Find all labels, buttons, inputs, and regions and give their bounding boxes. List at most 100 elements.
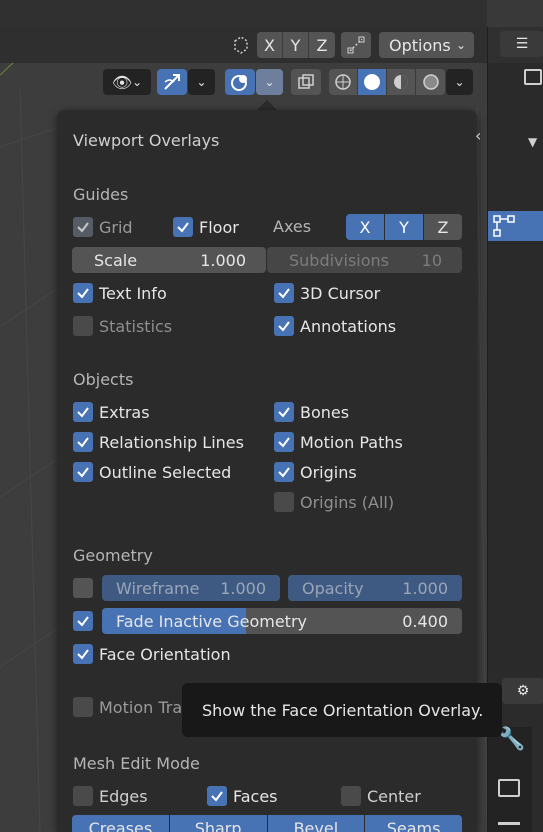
checkbox-icon — [274, 402, 294, 422]
overlays-toggle[interactable] — [225, 69, 255, 95]
gizmo-icon — [164, 74, 180, 90]
mirror-icon[interactable] — [227, 32, 255, 58]
popover-arrow — [257, 100, 277, 110]
relationship-lines-label: Relationship Lines — [99, 432, 244, 452]
opacity-value: 1.000 — [402, 578, 448, 598]
filter-triangle-icon[interactable]: ▼ — [528, 135, 537, 149]
wireframe-field[interactable]: Wireframe 1.000 — [102, 575, 280, 601]
mesh-edit-section-heading: Mesh Edit Mode — [73, 754, 200, 773]
face-orientation-checkbox[interactable]: Face Orientation — [73, 643, 231, 665]
shading-dropdown[interactable]: ⌄ — [446, 69, 473, 95]
motion-paths-label: Motion Paths — [300, 432, 403, 452]
subdivisions-value: 10 — [421, 250, 442, 270]
subdivisions-label: Subdivisions — [289, 250, 390, 270]
grid-label: Grid — [99, 217, 133, 237]
outline-selected-label: Outline Selected — [99, 462, 232, 482]
center-checkbox[interactable]: Center — [341, 785, 421, 807]
axes-toggle-group: X Y Z — [346, 214, 462, 240]
faces-label: Faces — [233, 786, 278, 806]
tooltip-text: Show the Face Orientation Overlay. — [202, 700, 484, 720]
floor-checkbox[interactable]: Floor — [173, 216, 239, 238]
statistics-checkbox[interactable]: Statistics — [73, 315, 172, 337]
axis-y-toggle[interactable]: Y — [385, 214, 424, 240]
subdivisions-field[interactable]: Subdivisions 10 — [267, 247, 462, 273]
sharp-toggle[interactable]: Sharp — [169, 815, 268, 832]
extras-checkbox[interactable]: Extras — [73, 401, 150, 423]
opacity-field[interactable]: Opacity 1.000 — [288, 575, 462, 601]
checkbox-icon — [73, 283, 93, 303]
solid-shading-icon[interactable] — [358, 69, 387, 95]
fade-inactive-value: 0.400 — [402, 611, 448, 631]
overlays-dropdown[interactable]: ⌄ — [256, 69, 283, 95]
edges-checkbox[interactable]: Edges — [73, 785, 148, 807]
axis-x-toggle[interactable]: X — [346, 214, 385, 240]
checkbox-icon — [274, 492, 294, 512]
center-label: Center — [367, 786, 421, 806]
properties-editor-dropdown[interactable]: ⚙ — [502, 678, 543, 704]
face-orientation-tooltip: Show the Face Orientation Overlay. — [182, 683, 502, 737]
xray-toggle[interactable] — [291, 69, 321, 95]
floor-label: Floor — [199, 217, 239, 237]
wireframe-shading-icon[interactable] — [329, 69, 358, 95]
outline-selected-checkbox[interactable]: Outline Selected — [73, 461, 231, 483]
overlays-icon — [231, 75, 247, 91]
tool-tab-icon[interactable]: 🔧 — [498, 727, 525, 752]
selected-outliner-row[interactable] — [488, 211, 543, 241]
axes-label: Axes — [273, 217, 312, 236]
3d-cursor-label: 3D Cursor — [300, 283, 381, 303]
mirror-y-toggle[interactable]: Y — [283, 32, 309, 58]
visibility-dropdown[interactable]: 👁 ⌄ — [103, 69, 151, 95]
wireframe-value: 1.000 — [220, 578, 266, 598]
bevel-toggle[interactable]: Bevel — [267, 815, 366, 832]
guides-section-heading: Guides — [73, 185, 129, 204]
faces-checkbox[interactable]: Faces — [207, 785, 278, 807]
scale-value: 1.000 — [200, 250, 246, 270]
checkbox-icon — [274, 462, 294, 482]
text-info-checkbox[interactable]: Text Info — [73, 282, 167, 304]
checkbox-icon — [173, 217, 193, 237]
motion-tracking-checkbox[interactable]: Motion Tra — [73, 696, 182, 718]
origins-checkbox[interactable]: Origins — [274, 461, 357, 483]
fade-inactive-slider[interactable]: Fade Inactive Geometry 0.400 — [102, 608, 462, 634]
3d-cursor-checkbox[interactable]: 3D Cursor — [274, 282, 380, 304]
xray-icon — [298, 74, 314, 89]
chevron-down-icon: ⌄ — [264, 75, 275, 89]
checkbox-icon — [73, 786, 93, 806]
scale-field[interactable]: Scale 1.000 — [72, 247, 266, 273]
fade-inactive-checkbox[interactable] — [73, 610, 99, 632]
editor-type-dropdown[interactable]: ☰ — [500, 31, 543, 57]
mirror-z-toggle[interactable]: Z — [309, 32, 335, 58]
annotations-checkbox[interactable]: Annotations — [274, 315, 396, 337]
popover-title: Viewport Overlays — [73, 131, 220, 150]
gizmo-toggle[interactable] — [157, 69, 187, 95]
origins-all-label: Origins (All) — [300, 492, 395, 512]
grid-checkbox[interactable]: Grid — [73, 216, 133, 238]
fade-inactive-label: Fade Inactive Geometry — [116, 611, 307, 631]
checkbox-icon — [73, 644, 93, 664]
statistics-label: Statistics — [99, 316, 173, 336]
rendered-shading-icon[interactable] — [416, 69, 445, 95]
seams-toggle[interactable]: Seams — [365, 815, 462, 832]
wireframe-checkbox[interactable] — [73, 577, 99, 599]
collapse-arrow-icon[interactable]: ‹ — [475, 126, 481, 145]
axis-z-toggle[interactable]: Z — [424, 214, 462, 240]
output-tab-icon[interactable] — [498, 822, 520, 832]
motion-paths-checkbox[interactable]: Motion Paths — [274, 431, 403, 453]
creases-toggle[interactable]: Creases — [72, 815, 170, 832]
origins-all-checkbox[interactable]: Origins (All) — [274, 491, 394, 513]
annotations-label: Annotations — [300, 316, 397, 336]
checkbox-icon — [73, 578, 93, 598]
render-tab-icon[interactable] — [498, 779, 520, 797]
bones-label: Bones — [300, 402, 350, 422]
bones-checkbox[interactable]: Bones — [274, 401, 349, 423]
checkbox-icon — [274, 283, 294, 303]
properties-icon: ⚙ — [516, 683, 530, 699]
material-shading-icon[interactable] — [387, 69, 416, 95]
options-dropdown[interactable]: Options ⌄ — [379, 32, 474, 58]
checkbox-icon — [73, 432, 93, 452]
gizmo-dropdown[interactable]: ⌄ — [188, 69, 215, 95]
snap-axes-icon[interactable] — [341, 32, 371, 58]
mirror-x-toggle[interactable]: X — [257, 32, 283, 58]
new-collection-icon[interactable] — [524, 69, 542, 85]
relationship-lines-checkbox[interactable]: Relationship Lines — [73, 431, 244, 453]
